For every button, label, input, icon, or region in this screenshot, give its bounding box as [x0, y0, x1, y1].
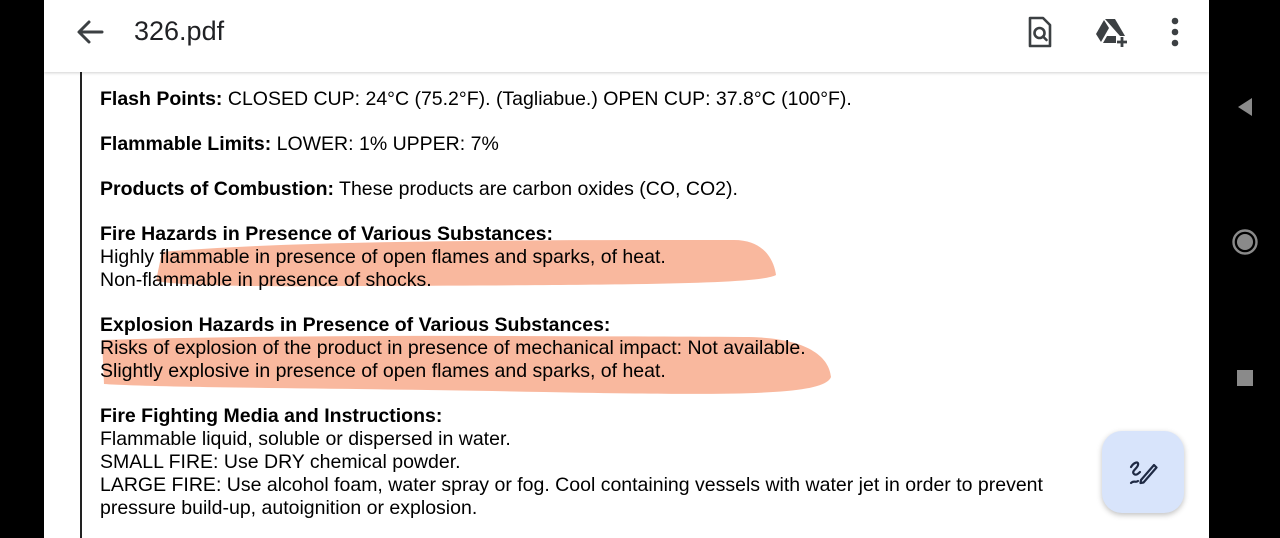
combustion-text: These products are carbon oxides (CO, CO… [333, 178, 738, 200]
flash-points-paragraph: Flash Points: CLOSED CUP: 24°C (75.2°F).… [100, 88, 1100, 111]
fire-fighting-line: Flammable liquid, soluble or dispersed i… [100, 428, 511, 450]
explosion-hazards-heading: Explosion Hazards in Presence of Various… [100, 314, 611, 336]
flash-points-label: Flash Points: [100, 88, 223, 110]
fire-fighting-paragraph: Fire Fighting Media and Instructions: Fl… [100, 405, 1100, 520]
system-navigation-bar [1209, 0, 1280, 538]
more-options-icon [1171, 17, 1179, 47]
document-page: Flash Points: CLOSED CUP: 24°C (75.2°F).… [44, 72, 1209, 538]
nav-recents-button[interactable] [1209, 348, 1280, 408]
document-title: 326.pdf [134, 16, 225, 46]
combustion-paragraph: Products of Combustion: These products a… [100, 178, 1100, 201]
back-button[interactable] [70, 16, 110, 48]
combustion-label: Products of Combustion: [100, 178, 334, 200]
flash-points-text: CLOSED CUP: 24°C (75.2°F). (Tagliabue.) … [222, 88, 852, 110]
pdf-viewer: 326.pdf Flash Points: CLOSED CUP: 24°C (… [44, 0, 1209, 538]
fire-fighting-line: LARGE FIRE: Use alcohol foam, water spra… [100, 474, 1043, 496]
search-in-document-button[interactable] [1020, 14, 1060, 50]
fire-hazards-paragraph: Fire Hazards in Presence of Various Subs… [100, 223, 1100, 292]
add-to-drive-button[interactable] [1092, 14, 1132, 50]
nav-home-button[interactable] [1209, 212, 1280, 272]
explosion-hazards-line: Risks of explosion of the product in pre… [100, 337, 806, 359]
explosion-hazards-line: Slightly explosive in presence of open f… [100, 360, 666, 382]
more-options-button[interactable] [1155, 14, 1195, 50]
app-bar: 326.pdf [44, 0, 1209, 72]
nav-back-button[interactable] [1209, 77, 1280, 137]
back-arrow-icon [77, 20, 104, 44]
search-in-document-icon [1028, 16, 1052, 48]
flammable-limits-paragraph: Flammable Limits: LOWER: 1% UPPER: 7% [100, 133, 1100, 156]
fire-fighting-line: SMALL FIRE: Use DRY chemical powder. [100, 451, 461, 473]
nav-back-icon [1237, 98, 1252, 116]
nav-recents-icon [1236, 370, 1253, 386]
flammable-limits-label: Flammable Limits: [100, 133, 272, 155]
fire-fighting-line: pressure build-up, autoignition or explo… [100, 497, 478, 519]
fire-fighting-heading: Fire Fighting Media and Instructions: [100, 405, 443, 427]
fire-hazards-heading: Fire Hazards in Presence of Various Subs… [100, 223, 554, 245]
annotate-pen-icon [1129, 461, 1158, 485]
flammable-limits-text: LOWER: 1% UPPER: 7% [271, 133, 499, 155]
fire-hazards-line: Highly flammable in presence of open fla… [100, 246, 666, 268]
nav-home-icon [1231, 229, 1258, 255]
explosion-hazards-paragraph: Explosion Hazards in Presence of Various… [100, 314, 1100, 383]
annotate-button[interactable] [1102, 431, 1184, 513]
add-to-drive-icon [1096, 19, 1127, 47]
fire-hazards-line: Non-flammable in presence of shocks. [100, 269, 432, 291]
